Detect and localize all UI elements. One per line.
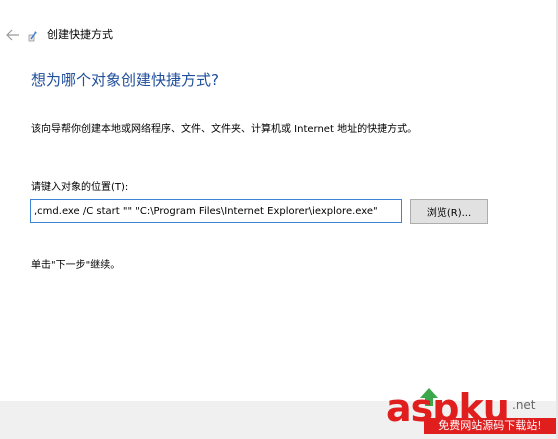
next-step-hint: 单击"下一步"继续。 — [31, 260, 121, 271]
wizard-description: 该向导帮你创建本地或网络程序、文件、文件夹、计算机或 Internet 地址的快… — [31, 124, 418, 135]
location-input[interactable] — [30, 199, 402, 223]
watermark-tagline: 免费网站源码下载站! — [424, 418, 556, 434]
back-button[interactable] — [3, 27, 23, 43]
browse-button[interactable]: 浏览(R)... — [410, 199, 488, 224]
shortcut-wizard-icon — [28, 31, 37, 42]
location-label: 请键入对象的位置(T): — [31, 182, 129, 193]
watermark-domain: .net — [512, 398, 536, 412]
wizard-title: 创建快捷方式 — [47, 28, 113, 41]
page-heading: 想为哪个对象创建快捷方式? — [31, 71, 219, 89]
create-shortcut-window: 创建快捷方式 想为哪个对象创建快捷方式? 该向导帮你创建本地或网络程序、文件、文… — [0, 0, 558, 439]
arrow-left-icon — [6, 29, 19, 41]
